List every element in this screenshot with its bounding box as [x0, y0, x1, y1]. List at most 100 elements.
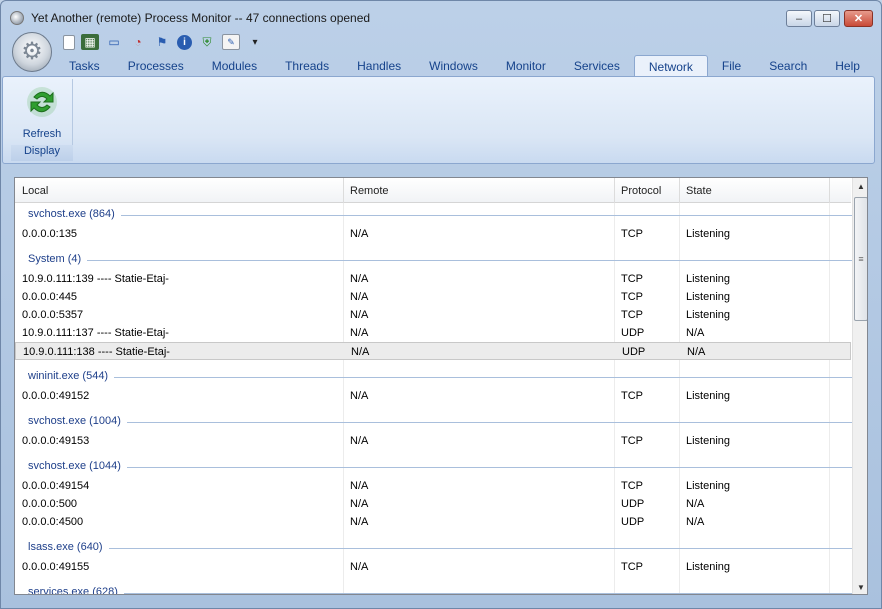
- cell-local: 0.0.0.0:49155: [22, 561, 90, 573]
- cell-local: 0.0.0.0:49152: [22, 390, 90, 402]
- cell-remote: N/A: [350, 291, 369, 303]
- table-row[interactable]: 0.0.0.0:500 N/A UDP N/A: [15, 495, 851, 513]
- column-divider[interactable]: [343, 178, 344, 203]
- list-rows: svchost.exe (864) 0.0.0.0:135 N/A TCP Listen…: [15, 204, 861, 594]
- refresh-button[interactable]: Refresh: [15, 81, 69, 140]
- column-divider[interactable]: [614, 178, 615, 203]
- cell-protocol: TCP: [621, 435, 643, 447]
- tab-processes[interactable]: Processes: [114, 55, 198, 77]
- cell-protocol: TCP: [621, 480, 643, 492]
- ribbon-group-display: Refresh Display: [11, 79, 73, 161]
- cell-state: N/A: [687, 346, 706, 358]
- group-title: svchost.exe (864): [28, 208, 121, 220]
- tab-search[interactable]: Search: [755, 55, 821, 77]
- cell-remote: N/A: [350, 390, 369, 402]
- group-header[interactable]: svchost.exe (864): [15, 204, 861, 225]
- cell-state: N/A: [686, 498, 705, 510]
- tab-modules[interactable]: Modules: [198, 55, 271, 77]
- column-header-remote[interactable]: Remote: [350, 185, 389, 197]
- list-header: Local Remote Protocol State: [15, 178, 851, 203]
- table-row[interactable]: 10.9.0.111:137 ---- Statie-Etaj- N/A UDP N/…: [15, 324, 851, 342]
- cell-remote: N/A: [350, 309, 369, 321]
- tab-file[interactable]: File: [708, 55, 755, 77]
- table-row[interactable]: 0.0.0.0:135 N/A TCP Listening: [15, 225, 851, 243]
- settings-sheet-icon[interactable]: ✎: [222, 34, 240, 50]
- tab-tasks[interactable]: Tasks: [55, 55, 114, 77]
- tab-handles[interactable]: Handles: [343, 55, 415, 77]
- cell-remote: N/A: [350, 498, 369, 510]
- cell-remote: N/A: [350, 480, 369, 492]
- group-title: svchost.exe (1004): [28, 415, 127, 427]
- quick-access-toolbar: ▦ ▭ ◔ ⚑ i ⛨ ✎ ▾: [63, 33, 264, 51]
- group-divider: [28, 377, 861, 378]
- refresh-icon: [27, 87, 57, 117]
- application-menu-button[interactable]: ⚙: [12, 32, 52, 72]
- scroll-up-button[interactable]: ▲: [853, 178, 867, 195]
- cell-state: Listening: [686, 435, 731, 447]
- gauge-icon[interactable]: ◔: [129, 34, 147, 50]
- scroll-thumb[interactable]: ≡: [854, 197, 867, 321]
- table-row[interactable]: 0.0.0.0:49154 N/A TCP Listening: [15, 477, 851, 495]
- app-icon: [10, 11, 24, 25]
- cell-state: Listening: [686, 273, 731, 285]
- group-divider: [28, 593, 861, 594]
- maximize-button[interactable]: ☐: [814, 10, 840, 27]
- info-icon[interactable]: i: [177, 34, 192, 50]
- title-bar[interactable]: Yet Another (remote) Process Monitor -- …: [1, 1, 881, 31]
- close-button[interactable]: ✕: [844, 10, 873, 27]
- cell-state: Listening: [686, 291, 731, 303]
- column-divider[interactable]: [679, 178, 680, 203]
- new-document-icon[interactable]: [63, 34, 75, 50]
- ribbon-tabs: Tasks Processes Modules Threads Handles Windo…: [55, 55, 874, 77]
- cell-state: Listening: [686, 390, 731, 402]
- cell-remote: N/A: [350, 516, 369, 528]
- group-header[interactable]: svchost.exe (1004): [15, 411, 861, 432]
- cell-protocol: TCP: [621, 561, 643, 573]
- gear-icon: ⚙: [21, 38, 43, 65]
- cell-local: 0.0.0.0:5357: [22, 309, 84, 321]
- cell-local: 0.0.0.0:49153: [22, 435, 90, 447]
- group-header[interactable]: System (4): [15, 249, 861, 270]
- table-row[interactable]: 0.0.0.0:4500 N/A UDP N/A: [15, 513, 851, 531]
- table-row[interactable]: 0.0.0.0:49152 N/A TCP Listening: [15, 387, 851, 405]
- table-row[interactable]: 0.0.0.0:445 N/A TCP Listening: [15, 288, 851, 306]
- table-row[interactable]: 0.0.0.0:5357 N/A TCP Listening: [15, 306, 851, 324]
- group-header[interactable]: svchost.exe (1044): [15, 456, 861, 477]
- vertical-scrollbar[interactable]: ▲ ≡ ▼: [852, 178, 867, 594]
- table-row[interactable]: 10.9.0.111:138 ---- Statie-Etaj- N/A UDP N/…: [15, 342, 851, 360]
- scroll-down-button[interactable]: ▼: [853, 579, 867, 594]
- monitor-icon[interactable]: ▭: [105, 34, 123, 50]
- tab-monitor[interactable]: Monitor: [492, 55, 560, 77]
- cell-protocol: TCP: [621, 228, 643, 240]
- table-row[interactable]: 0.0.0.0:49153 N/A TCP Listening: [15, 432, 851, 450]
- column-header-state[interactable]: State: [686, 185, 712, 197]
- shield-icon[interactable]: ⛨: [198, 34, 216, 50]
- column-header-local[interactable]: Local: [22, 185, 48, 197]
- cell-state: Listening: [686, 480, 731, 492]
- process-list-icon[interactable]: ▦: [81, 34, 99, 50]
- cell-protocol: UDP: [621, 327, 645, 339]
- customize-toolbar-dropdown[interactable]: ▾: [246, 34, 264, 50]
- table-row[interactable]: 0.0.0.0:49155 N/A TCP Listening: [15, 558, 851, 576]
- tab-threads[interactable]: Threads: [271, 55, 343, 77]
- cell-protocol: UDP: [622, 346, 646, 358]
- tab-help[interactable]: Help: [821, 55, 874, 77]
- ribbon-group-label: Display: [11, 145, 73, 161]
- group-header[interactable]: wininit.exe (544): [15, 366, 861, 387]
- connections-list[interactable]: Local Remote Protocol State svchost.exe …: [14, 177, 868, 595]
- tab-services[interactable]: Services: [560, 55, 634, 77]
- group-title: lsass.exe (640): [28, 541, 109, 553]
- tab-windows[interactable]: Windows: [415, 55, 492, 77]
- tab-network[interactable]: Network: [633, 55, 708, 77]
- group-header[interactable]: lsass.exe (640): [15, 537, 861, 558]
- cell-local: 0.0.0.0:49154: [22, 480, 90, 492]
- group-divider: [28, 215, 861, 216]
- group-title: System (4): [28, 253, 88, 265]
- group-header[interactable]: services.exe (628): [15, 582, 861, 594]
- table-row[interactable]: 10.9.0.111:139 ---- Statie-Etaj- N/A TCP Li…: [15, 270, 851, 288]
- group-divider: [28, 548, 861, 549]
- column-divider[interactable]: [829, 178, 830, 203]
- network-icon[interactable]: ⚑: [153, 34, 171, 50]
- minimize-button[interactable]: –: [786, 10, 812, 27]
- column-header-protocol[interactable]: Protocol: [621, 185, 661, 197]
